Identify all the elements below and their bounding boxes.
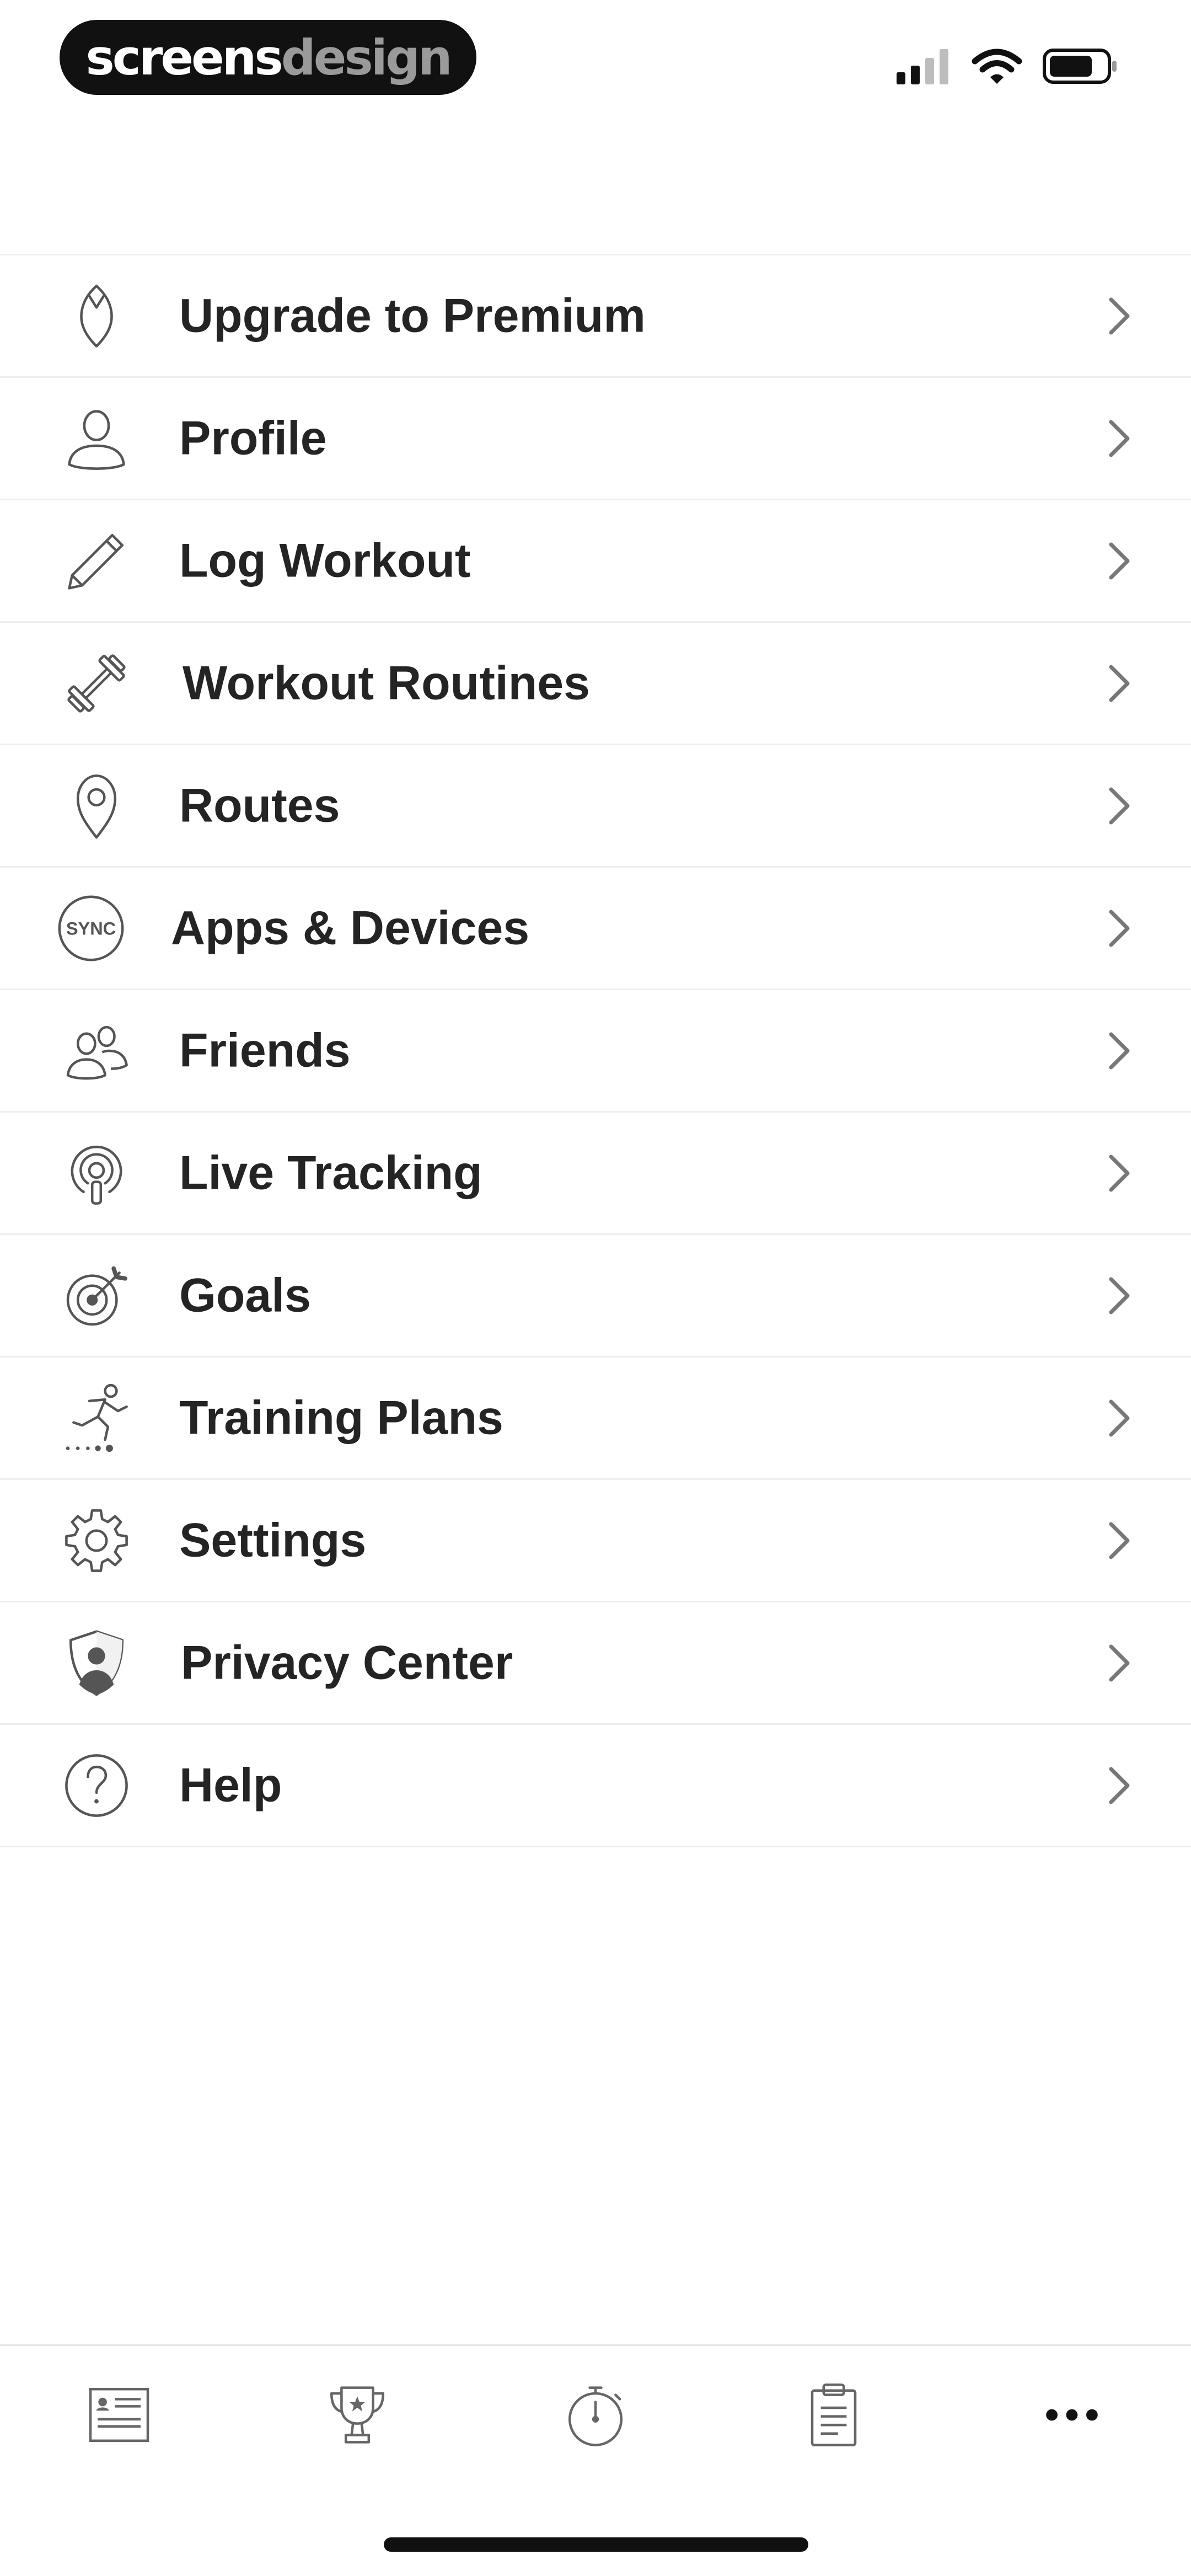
chevron-right-icon <box>1103 1274 1136 1318</box>
menu-item-friends[interactable]: Friends <box>0 990 1191 1113</box>
signal-icon <box>897 49 948 84</box>
status-icons <box>897 44 1119 88</box>
menu-item-workout-routines[interactable]: Workout Routines <box>0 623 1191 745</box>
chevron-right-icon <box>1103 1519 1136 1563</box>
user-icon <box>52 394 141 483</box>
menu-item-label: Profile <box>179 411 327 464</box>
menu-item-goals[interactable]: Goals <box>0 1235 1191 1358</box>
logo-text-design: design <box>281 29 453 86</box>
menu-item-label: Goals <box>179 1269 311 1322</box>
menu-item-label: Training Plans <box>179 1391 503 1444</box>
chevron-right-icon <box>1103 1396 1136 1440</box>
chevron-right-icon <box>1103 416 1136 461</box>
tab-challenges[interactable] <box>297 2360 418 2470</box>
tab-feed[interactable] <box>58 2360 180 2470</box>
gear-icon <box>52 1497 141 1585</box>
menu-item-log-workout[interactable]: Log Workout <box>0 500 1191 623</box>
menu-item-label: Workout Routines <box>183 656 590 709</box>
pencil-icon <box>52 517 141 605</box>
menu-item-label: Upgrade to Premium <box>179 289 646 342</box>
tab-record[interactable] <box>535 2360 656 2470</box>
menu-list: Upgrade to Premium Profile Log Workout W… <box>0 254 1191 1847</box>
menu-item-help[interactable]: Help <box>0 1725 1191 1847</box>
chevron-right-icon <box>1103 1151 1136 1195</box>
menu-item-label: Settings <box>179 1514 367 1567</box>
menu-item-upgrade-to-premium[interactable]: Upgrade to Premium <box>0 255 1191 378</box>
menu-item-label: Log Workout <box>179 534 471 587</box>
screensdesign-logo: screens design <box>60 20 476 95</box>
chevron-right-icon <box>1103 294 1136 338</box>
more-icon <box>1046 2409 1098 2421</box>
trophy-icon <box>330 2386 385 2444</box>
menu-item-live-tracking[interactable]: Live Tracking <box>0 1113 1191 1235</box>
status-bar: screens design <box>0 0 1191 132</box>
chevron-right-icon <box>1103 906 1136 950</box>
chevron-right-icon <box>1103 1641 1136 1685</box>
menu-item-routes[interactable]: Routes <box>0 745 1191 868</box>
home-indicator[interactable] <box>384 2537 808 2552</box>
menu-item-label: Apps & Devices <box>171 901 530 954</box>
menu-item-profile[interactable]: Profile <box>0 378 1191 500</box>
question-icon <box>52 1741 141 1830</box>
tab-bar <box>0 2344 1191 2484</box>
menu-item-privacy-center[interactable]: Privacy Center <box>0 1602 1191 1725</box>
live-tracking-icon <box>52 1129 141 1217</box>
logo-text-screens: screens <box>85 29 283 86</box>
menu-item-training-plans[interactable]: Training Plans <box>0 1358 1191 1480</box>
target-icon <box>52 1252 141 1340</box>
friends-icon <box>52 1007 141 1095</box>
chevron-right-icon <box>1103 784 1136 828</box>
tab-plans[interactable] <box>773 2360 894 2470</box>
premium-icon <box>52 272 141 360</box>
running-man-icon <box>52 1374 141 1462</box>
map-pin-icon <box>52 762 141 850</box>
chevron-right-icon <box>1103 1029 1136 1073</box>
menu-item-settings[interactable]: Settings <box>0 1480 1191 1602</box>
sync-icon: SYNC <box>47 884 135 972</box>
shield-user-icon <box>52 1619 141 1707</box>
chevron-right-icon <box>1103 1763 1136 1808</box>
menu-item-label: Privacy Center <box>181 1636 513 1689</box>
menu-item-apps-and-devices[interactable]: SYNC Apps & Devices <box>0 868 1191 990</box>
menu-item-label: Friends <box>179 1024 351 1077</box>
dumbbell-icon <box>52 639 141 728</box>
clipboard-icon <box>811 2383 857 2446</box>
stopwatch-icon <box>568 2386 623 2446</box>
feed-icon <box>89 2387 149 2443</box>
tab-more[interactable] <box>1011 2360 1133 2470</box>
battery-icon <box>1043 49 1117 84</box>
sync-icon-text: SYNC <box>66 918 116 938</box>
menu-item-label: Help <box>179 1759 282 1811</box>
menu-item-label: Live Tracking <box>179 1146 482 1199</box>
wifi-icon <box>972 49 1022 84</box>
menu-item-label: Routes <box>179 779 340 832</box>
chevron-right-icon <box>1103 539 1136 583</box>
chevron-right-icon <box>1103 661 1136 706</box>
